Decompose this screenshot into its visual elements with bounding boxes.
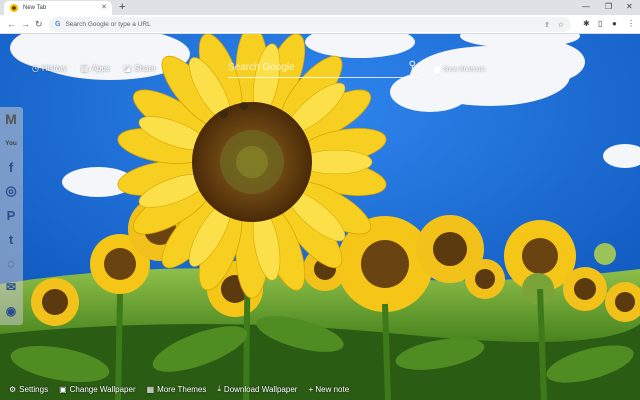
- forward-icon[interactable]: →: [21, 18, 30, 30]
- sunflower-favicon-icon: [10, 4, 18, 12]
- new-tab-button[interactable]: +: [119, 0, 125, 14]
- minimize-icon[interactable]: —: [582, 1, 590, 13]
- social-sidebar: M You f ◎ P t ◌ ✉ ◉: [0, 107, 23, 325]
- new-note-button[interactable]: + New note: [308, 385, 349, 394]
- tab-strip: New Tab ✕ + — ❐ ✕: [0, 0, 640, 15]
- bookmark-star-icon[interactable]: ☆: [558, 21, 564, 29]
- download-wallpaper-label: Download Wallpaper: [223, 384, 298, 394]
- tab-new-tab[interactable]: New Tab ✕: [4, 1, 112, 15]
- change-wallpaper-button[interactable]: ▣ Change Wallpaper: [59, 385, 136, 394]
- download-wallpaper-button[interactable]: ⤓ Download Wallpaper: [217, 384, 297, 394]
- history-link[interactable]: ◷ History: [32, 64, 67, 73]
- share-page-icon[interactable]: ⇪: [544, 21, 550, 29]
- mail-icon[interactable]: ✉: [3, 279, 19, 295]
- omnibox-placeholder: Search Google or type a URL: [65, 21, 151, 28]
- whatsapp-icon[interactable]: ◌: [3, 255, 19, 271]
- download-icon: ⤓: [217, 384, 221, 393]
- menu-icon[interactable]: ⋮: [627, 19, 635, 29]
- more-themes-button[interactable]: ▦ More Themes: [147, 385, 207, 394]
- profile-icon[interactable]: ●: [612, 19, 617, 29]
- restore-icon[interactable]: ❐: [605, 1, 612, 13]
- instagram-icon[interactable]: ◎: [3, 183, 19, 199]
- extensions-icon[interactable]: ✱: [583, 19, 590, 29]
- browser-toolbar: ← → ↻ G Search Google or type a URL ⇪ ☆ …: [0, 15, 640, 34]
- facebook-icon[interactable]: f: [3, 159, 19, 175]
- image-icon: ▣: [59, 384, 67, 394]
- twitter-icon[interactable]: t: [3, 231, 19, 247]
- apps-label: Apps: [91, 64, 110, 73]
- reddit-icon[interactable]: ◉: [3, 303, 19, 319]
- bottom-bar: ⚙ Settings ▣ Change Wallpaper ▦ More The…: [0, 378, 640, 400]
- apps-icon: ▦: [80, 64, 89, 73]
- grid-icon: ▦: [146, 384, 155, 394]
- google-g-icon: G: [55, 21, 61, 28]
- window-close-icon[interactable]: ✕: [626, 1, 633, 13]
- share-icon: ◪: [123, 64, 132, 73]
- search-icon[interactable]: ⚲: [409, 60, 416, 71]
- pinterest-icon[interactable]: P: [3, 207, 19, 223]
- apps-link[interactable]: ▦ Apps: [81, 64, 110, 73]
- side-panel-icon[interactable]: ▯: [598, 19, 602, 29]
- tab-close-icon[interactable]: ✕: [101, 3, 107, 11]
- tab-title: New Tab: [23, 5, 47, 11]
- history-label: History: [41, 64, 67, 73]
- back-icon[interactable]: ←: [7, 18, 16, 30]
- top-links: ◷ History ▦ Apps ◪ Share: [32, 64, 156, 73]
- search-input[interactable]: [228, 59, 398, 75]
- show-shortcuts-label: Show Shortcuts: [443, 67, 486, 73]
- share-link[interactable]: ◪ Share: [124, 64, 156, 73]
- youtube-icon[interactable]: You: [3, 135, 19, 151]
- history-icon: ◷: [32, 64, 39, 73]
- settings-button[interactable]: ⚙ Settings: [9, 385, 48, 394]
- reload-icon[interactable]: ↻: [35, 18, 43, 30]
- settings-label: Settings: [19, 384, 49, 394]
- new-note-label: + New note: [308, 384, 350, 394]
- omnibox[interactable]: G Search Google or type a URL ⇪ ☆: [49, 17, 571, 32]
- show-shortcuts-toggle[interactable]: Show Shortcuts: [434, 67, 485, 73]
- more-themes-label: More Themes: [157, 384, 207, 394]
- change-wallpaper-label: Change Wallpaper: [69, 384, 136, 394]
- shortcuts-checkbox[interactable]: [434, 67, 440, 73]
- share-label: Share: [134, 64, 156, 73]
- gear-icon: ⚙: [9, 384, 17, 394]
- new-tab-page: ◷ History ▦ Apps ◪ Share ⚲ Show Shortcut…: [0, 34, 640, 400]
- search-box: ⚲: [228, 56, 418, 78]
- gmail-icon[interactable]: M: [3, 111, 19, 127]
- sunflower-wallpaper: [0, 34, 640, 400]
